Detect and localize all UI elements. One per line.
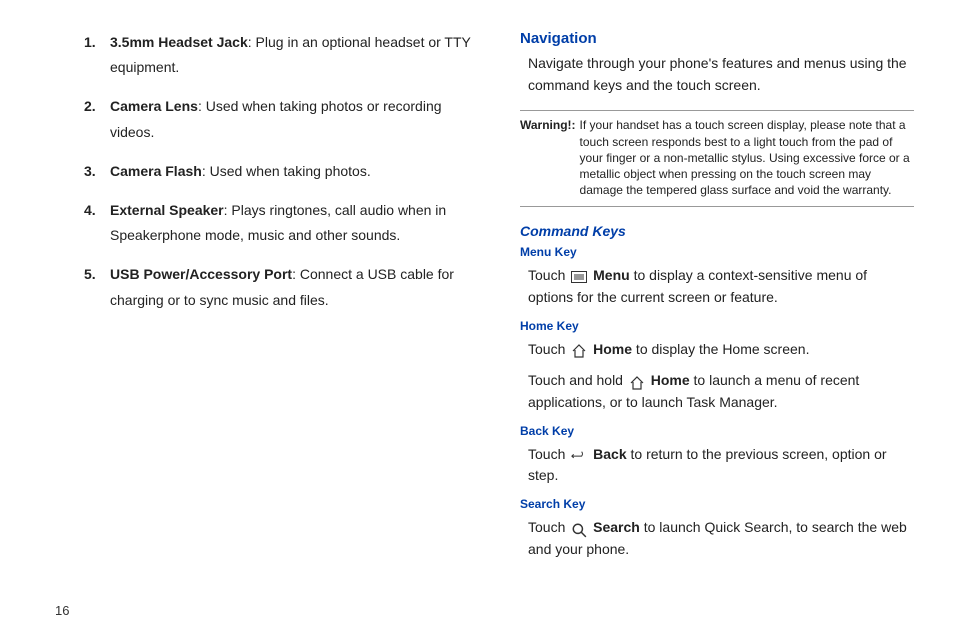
- menu-label: Menu: [593, 267, 630, 283]
- desc: : Used when taking photos.: [202, 163, 371, 179]
- home-key-para1: Touch Home to display the Home screen.: [528, 339, 914, 361]
- list-item: External Speaker: Plays ringtones, call …: [90, 198, 480, 248]
- left-column: 3.5mm Headset Jack: Plug in an optional …: [90, 30, 480, 571]
- list-item: 3.5mm Headset Jack: Plug in an optional …: [90, 30, 480, 80]
- search-label: Search: [593, 519, 640, 535]
- term: Camera Lens: [110, 98, 198, 114]
- command-keys-heading: Command Keys: [520, 223, 914, 239]
- search-key-heading: Search Key: [520, 497, 914, 511]
- page-content: 3.5mm Headset Jack: Plug in an optional …: [0, 0, 954, 581]
- menu-key-heading: Menu Key: [520, 245, 914, 259]
- text: Touch: [528, 446, 569, 462]
- list-item: Camera Lens: Used when taking photos or …: [90, 94, 480, 144]
- term: 3.5mm Headset Jack: [110, 34, 248, 50]
- term: Camera Flash: [110, 163, 202, 179]
- menu-icon: [571, 271, 587, 283]
- text: Touch: [528, 267, 569, 283]
- back-key-heading: Back Key: [520, 424, 914, 438]
- feature-list: 3.5mm Headset Jack: Plug in an optional …: [90, 30, 480, 313]
- text: to display the Home screen.: [632, 341, 809, 357]
- home-icon: [571, 344, 587, 356]
- back-label: Back: [593, 446, 626, 462]
- home-icon: [629, 376, 645, 388]
- term: USB Power/Accessory Port: [110, 266, 292, 282]
- home-key-para2: Touch and hold Home to launch a menu of …: [528, 370, 914, 413]
- home-key-heading: Home Key: [520, 319, 914, 333]
- search-key-para: Touch Search to launch Quick Search, to …: [528, 517, 914, 560]
- term: External Speaker: [110, 202, 224, 218]
- home-label: Home: [593, 341, 632, 357]
- navigation-intro: Navigate through your phone's features a…: [528, 53, 914, 96]
- search-icon: [571, 522, 587, 534]
- menu-key-para: Touch Menu to display a context-sensitiv…: [528, 265, 914, 308]
- right-column: Navigation Navigate through your phone's…: [520, 30, 914, 571]
- text: Touch: [528, 341, 569, 357]
- back-icon: [571, 449, 587, 461]
- home-label: Home: [651, 372, 690, 388]
- text: Touch: [528, 519, 569, 535]
- warning-box: Warning!: If your handset has a touch sc…: [520, 110, 914, 207]
- warning-label: Warning!:: [520, 117, 580, 198]
- list-item: Camera Flash: Used when taking photos.: [90, 159, 480, 184]
- text: Touch and hold: [528, 372, 627, 388]
- page-number: 16: [55, 603, 69, 618]
- navigation-heading: Navigation: [520, 30, 914, 47]
- back-key-para: Touch Back to return to the previous scr…: [528, 444, 914, 487]
- list-item: USB Power/Accessory Port: Connect a USB …: [90, 262, 480, 312]
- warning-text: If your handset has a touch screen displ…: [580, 117, 914, 198]
